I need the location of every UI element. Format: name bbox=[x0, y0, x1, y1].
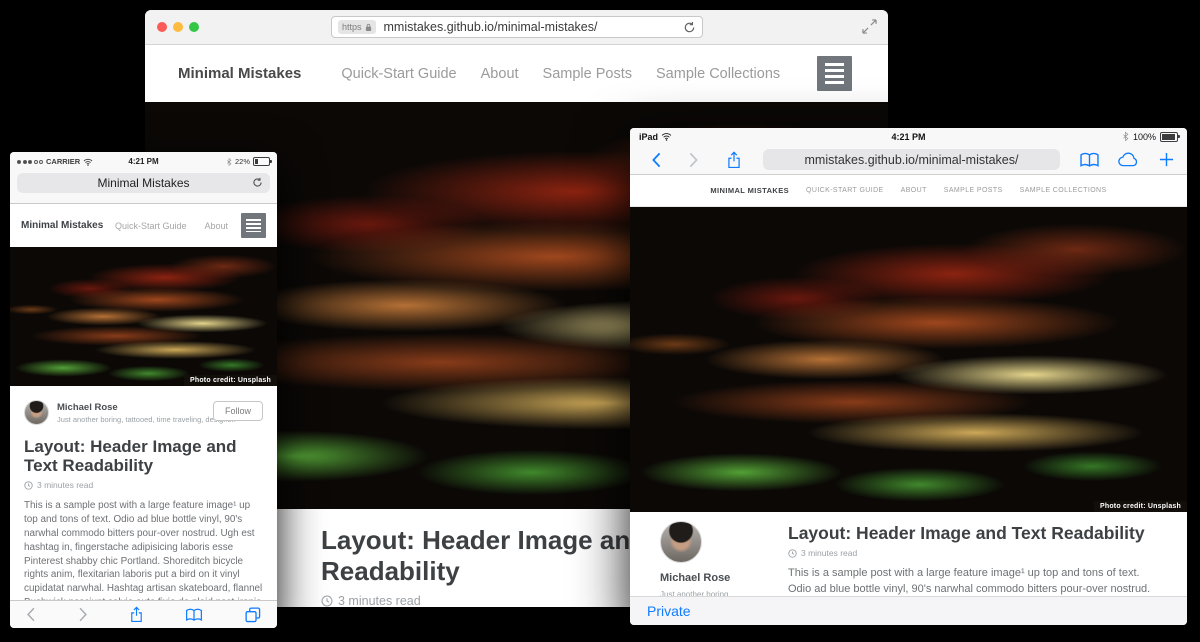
iphone-address-bar[interactable]: Minimal Mistakes bbox=[17, 173, 270, 193]
nav-link-about[interactable]: About bbox=[481, 66, 519, 82]
nav-link-about[interactable]: About bbox=[901, 187, 927, 194]
private-browsing-bar: Private bbox=[630, 596, 1187, 625]
iphone-safari-toolbar bbox=[10, 600, 277, 628]
iphone-url-title: Minimal Mistakes bbox=[97, 176, 189, 190]
battery-icon bbox=[1160, 132, 1178, 142]
author-name: Michael Rose bbox=[57, 402, 236, 413]
author-avatar bbox=[24, 400, 49, 425]
back-icon[interactable] bbox=[26, 607, 36, 622]
lock-icon bbox=[365, 23, 372, 32]
iphone-status-bar: CARRIER 4:21 PM 22% bbox=[10, 152, 277, 171]
https-badge: https bbox=[338, 20, 376, 34]
iphone-url-row: Minimal Mistakes bbox=[10, 171, 277, 204]
url-text: mmistakes.github.io/minimal-mistakes/ bbox=[384, 20, 598, 34]
author-name: Michael Rose bbox=[660, 572, 760, 584]
nav-link-sample-collections[interactable]: Sample Collections bbox=[656, 66, 780, 82]
ipad-safari-toolbar: mmistakes.github.io/minimal-mistakes/ bbox=[630, 145, 1187, 175]
feature-image: Photo credit: Unsplash bbox=[630, 207, 1187, 512]
hamburger-bars bbox=[825, 63, 844, 84]
feature-image: Photo credit: Unsplash bbox=[10, 247, 277, 386]
read-time-text: 3 minutes read bbox=[338, 594, 421, 607]
stage: https mmistakes.github.io/minimal-mistak… bbox=[0, 0, 1200, 642]
reload-icon[interactable] bbox=[683, 21, 696, 34]
read-time-text: 3 minutes read bbox=[37, 480, 93, 490]
article-paragraph: This is a sample post with a large featu… bbox=[788, 566, 1161, 599]
address-bar[interactable]: https mmistakes.github.io/minimal-mistak… bbox=[331, 16, 703, 38]
iphone-clock: 4:21 PM bbox=[10, 157, 277, 166]
author-avatar bbox=[660, 521, 702, 563]
nav-link-sample-collections[interactable]: Sample Collections bbox=[1020, 187, 1107, 194]
desktop-titlebar: https mmistakes.github.io/minimal-mistak… bbox=[145, 10, 888, 45]
author-sidebar: Michael Rose Just another boring, tattoo… bbox=[630, 512, 760, 599]
site-brand-link[interactable]: Minimal Mistakes bbox=[710, 186, 789, 195]
site-brand-link[interactable]: Minimal Mistakes bbox=[21, 220, 103, 231]
read-time-meta: 3 minutes read bbox=[24, 480, 263, 490]
site-brand-link[interactable]: Minimal Mistakes bbox=[178, 65, 301, 82]
forward-icon[interactable] bbox=[688, 152, 699, 168]
nav-link-sample-posts[interactable]: Sample Posts bbox=[944, 187, 1003, 194]
author-row: Michael Rose Just another boring, tattoo… bbox=[24, 400, 263, 425]
desktop-site-nav: Minimal Mistakes Quick-Start Guide About… bbox=[145, 45, 888, 102]
share-icon[interactable] bbox=[130, 606, 143, 623]
share-icon[interactable] bbox=[727, 151, 741, 169]
maximize-window-button[interactable] bbox=[189, 22, 199, 32]
nav-link-quick-start-guide[interactable]: Quick-Start Guide bbox=[115, 221, 187, 231]
window-controls bbox=[157, 22, 199, 32]
icloud-tabs-icon[interactable] bbox=[1116, 151, 1141, 168]
photo-credit-badge: Photo credit: Unsplash bbox=[184, 375, 277, 386]
read-time-text: 3 minutes read bbox=[801, 548, 857, 558]
iphone-safari-window: CARRIER 4:21 PM 22% Minimal Mistakes bbox=[10, 152, 277, 628]
reload-icon[interactable] bbox=[252, 177, 263, 188]
private-label[interactable]: Private bbox=[647, 603, 691, 619]
photo-credit-badge: Photo credit: Unsplash bbox=[1094, 501, 1187, 512]
minimize-window-button[interactable] bbox=[173, 22, 183, 32]
hamburger-menu-icon[interactable] bbox=[241, 213, 266, 238]
follow-button[interactable]: Follow bbox=[213, 401, 263, 421]
ipad-status-bar: iPad 4:21 PM 100% bbox=[630, 128, 1187, 145]
back-icon[interactable] bbox=[651, 152, 662, 168]
nav-link-sample-posts[interactable]: Sample Posts bbox=[543, 66, 632, 82]
nav-link-quick-start-guide[interactable]: Quick-Start Guide bbox=[341, 66, 456, 82]
fullscreen-icon[interactable] bbox=[862, 19, 877, 34]
hamburger-bars bbox=[246, 219, 261, 232]
iphone-article: Michael Rose Just another boring, tattoo… bbox=[10, 386, 277, 628]
tabs-icon[interactable] bbox=[245, 607, 261, 623]
https-label: https bbox=[342, 22, 362, 32]
ipad-site-nav: Minimal Mistakes Quick-Start Guide About… bbox=[630, 175, 1187, 207]
page-title: Layout: Header Image and Text Readabilit… bbox=[24, 437, 263, 475]
clock-icon bbox=[321, 595, 333, 607]
hamburger-menu-icon[interactable] bbox=[817, 56, 852, 91]
read-time-meta: 3 minutes read bbox=[788, 548, 1161, 558]
ipad-article: Michael Rose Just another boring, tattoo… bbox=[630, 512, 1187, 599]
page-title: Layout: Header Image and Text Readabilit… bbox=[788, 523, 1161, 544]
nav-link-about[interactable]: About bbox=[204, 221, 228, 231]
bookmarks-icon[interactable] bbox=[1079, 152, 1100, 168]
battery-icon bbox=[253, 157, 270, 166]
author-bio: Just another boring, tattooed, time trav… bbox=[57, 415, 236, 424]
ipad-address-bar[interactable]: mmistakes.github.io/minimal-mistakes/ bbox=[763, 149, 1060, 170]
clock-icon bbox=[24, 481, 33, 490]
iphone-site-nav: Minimal Mistakes Quick-Start Guide About bbox=[10, 204, 277, 247]
new-tab-icon[interactable] bbox=[1159, 152, 1174, 167]
forward-icon[interactable] bbox=[78, 607, 88, 622]
nav-link-quick-start-guide[interactable]: Quick-Start Guide bbox=[806, 187, 884, 194]
ipad-url-text: mmistakes.github.io/minimal-mistakes/ bbox=[805, 153, 1019, 167]
clock-icon bbox=[788, 549, 797, 558]
ipad-clock: 4:21 PM bbox=[630, 132, 1187, 142]
bookmarks-icon[interactable] bbox=[185, 608, 203, 622]
ipad-safari-window: iPad 4:21 PM 100% bbox=[630, 128, 1187, 625]
close-window-button[interactable] bbox=[157, 22, 167, 32]
